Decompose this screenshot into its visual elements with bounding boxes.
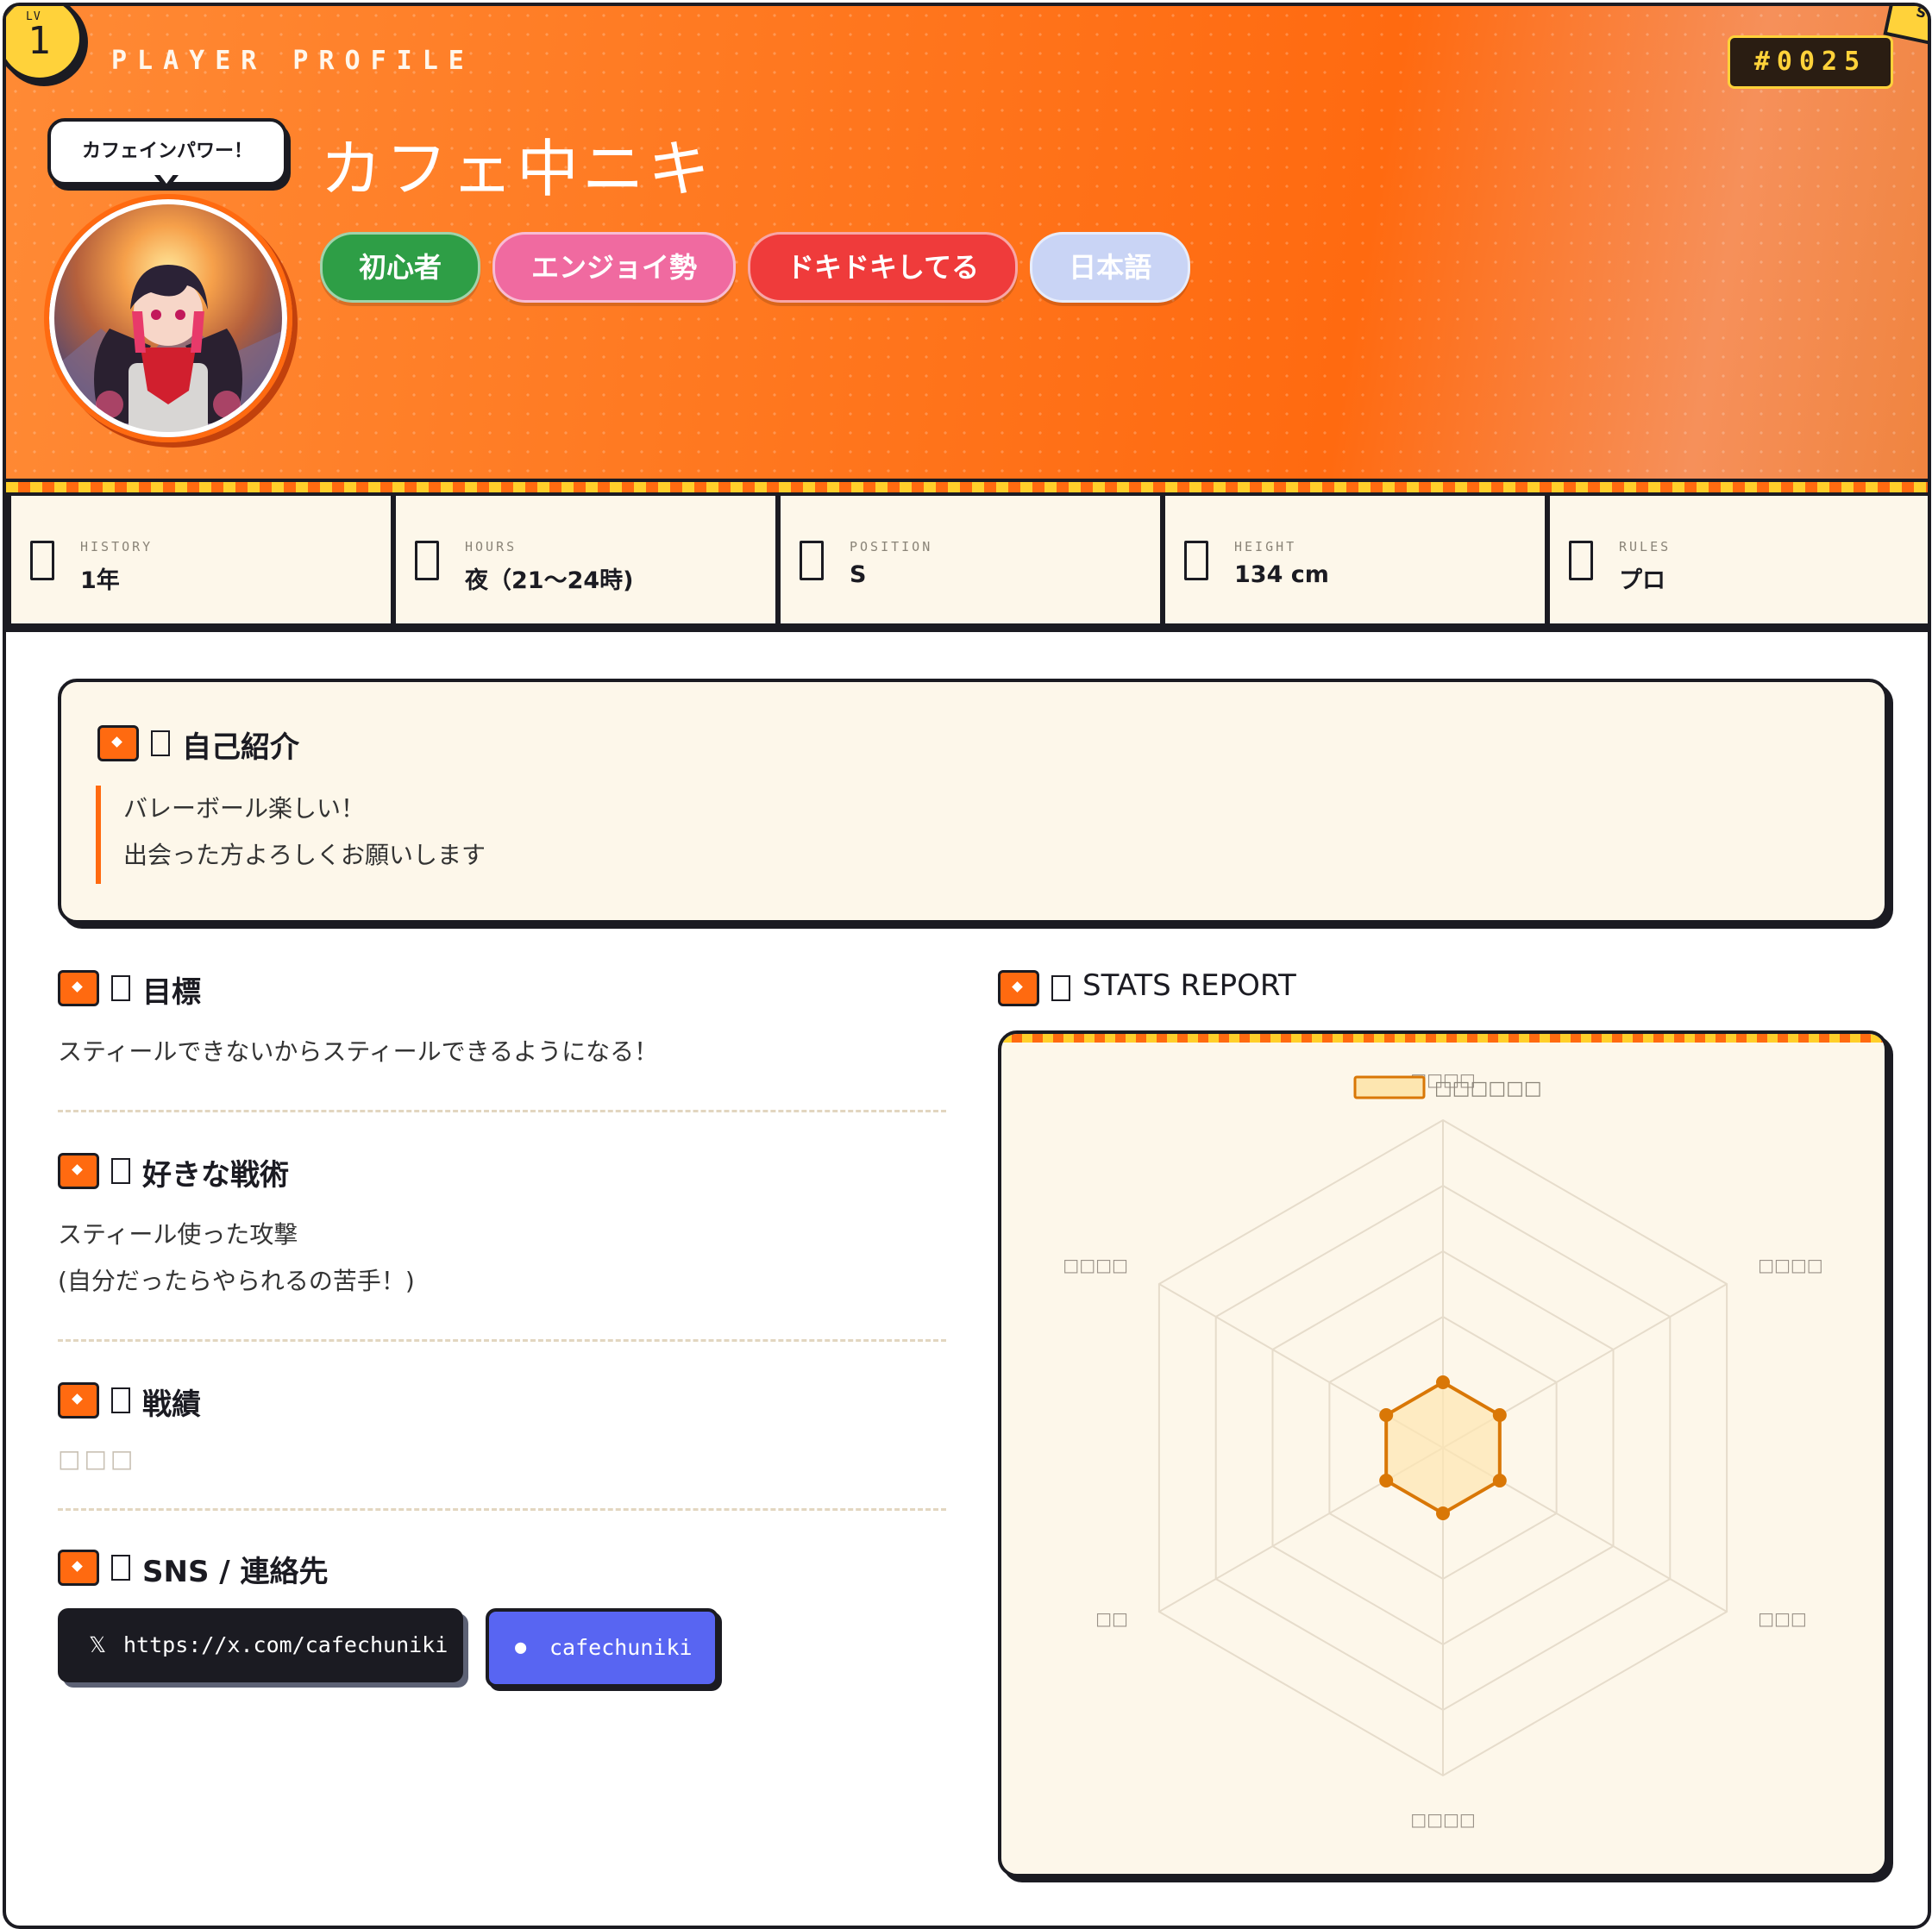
stats-title: STATS REPORT bbox=[1082, 968, 1296, 1003]
legend-label: □□□□□□ bbox=[1434, 1078, 1542, 1099]
profile-card: LV 1 PLAYER PROFILE #0025 カフェインパワー！ カフェ中… bbox=[3, 3, 1931, 1929]
goal-title: 目標 bbox=[142, 975, 201, 1010]
box-icon bbox=[1051, 975, 1070, 1001]
diamond-icon bbox=[97, 725, 139, 761]
x-link-button[interactable]: 𝕏 https://x.com/cafechuniki bbox=[58, 1608, 463, 1682]
box-icon bbox=[111, 975, 130, 1001]
intro-title: 自己紹介 bbox=[182, 730, 299, 765]
info-cell-hours: HOURS 夜（21〜24時) bbox=[396, 496, 775, 623]
header-stripe bbox=[6, 482, 1928, 492]
radar-axis-label: □□□□ bbox=[1758, 1255, 1823, 1275]
radar-axis-label: □□□□ bbox=[1410, 1809, 1476, 1830]
radar-data-point bbox=[1379, 1408, 1394, 1422]
info-cell-rules: RULES プロ bbox=[1550, 496, 1928, 623]
discord-button[interactable]: ● cafechuniki bbox=[486, 1608, 718, 1688]
sns-title: SNS / 連絡先 bbox=[142, 1555, 329, 1589]
info-value: 夜（21〜24時) bbox=[465, 567, 634, 594]
goal-text: スティールできないからスティールできるようになる！ bbox=[58, 1037, 659, 1066]
info-label: HEIGHT bbox=[1234, 539, 1297, 554]
diamond-icon bbox=[58, 970, 99, 1006]
radar-data-point bbox=[1492, 1408, 1507, 1422]
section-divider bbox=[58, 1339, 946, 1342]
info-cell-history: HISTORY 1年 bbox=[11, 496, 391, 623]
tag-badge: ドキドキしてる bbox=[748, 232, 1019, 303]
radar-series-area bbox=[1384, 1380, 1502, 1516]
info-label: HOURS bbox=[465, 539, 518, 554]
box-icon bbox=[151, 730, 170, 756]
corner-tag-label: S bbox=[1914, 3, 1929, 22]
tactics-title: 好きな戦術 bbox=[142, 1158, 289, 1193]
info-label: RULES bbox=[1619, 539, 1672, 554]
radar-data-point bbox=[1379, 1474, 1394, 1487]
box-icon bbox=[111, 1555, 130, 1581]
intro-line: 出会った方よろしくお願いします bbox=[123, 841, 486, 869]
box-icon bbox=[415, 541, 439, 580]
radar-data-point bbox=[1436, 1506, 1450, 1520]
box-icon bbox=[111, 1158, 130, 1184]
x-link-text: https://x.com/cafechuniki bbox=[123, 1632, 448, 1657]
legend-swatch bbox=[1353, 1075, 1426, 1099]
info-label: HISTORY bbox=[80, 539, 154, 554]
info-value: 134 cm bbox=[1234, 561, 1329, 588]
intro-text: バレーボール楽しい！ 出会った方よろしくお願いします bbox=[123, 786, 486, 879]
info-label: POSITION bbox=[850, 539, 933, 554]
tag-badge: エンジョイ勢 bbox=[492, 232, 737, 303]
avatar[interactable] bbox=[44, 194, 292, 442]
section-divider bbox=[58, 1508, 946, 1511]
info-value: 1年 bbox=[80, 567, 120, 594]
radar-chart: □□□□□□□□□□□□□□□□□□□□□□□□□□□ bbox=[1063, 1069, 1823, 1830]
diamond-icon bbox=[58, 1550, 99, 1586]
info-value: S bbox=[850, 561, 867, 588]
diamond-icon bbox=[998, 970, 1039, 1006]
stats-card: □□□□ □□□□ □□□ □□□□ □□ □□□□ □□□□□□ bbox=[998, 1030, 1888, 1877]
diamond-icon bbox=[58, 1153, 99, 1189]
discord-icon: ● bbox=[515, 1637, 527, 1658]
radar-axis-label: □□□ bbox=[1758, 1608, 1807, 1629]
discord-name: cafechuniki bbox=[549, 1635, 693, 1660]
section-divider bbox=[58, 1110, 946, 1112]
info-cell-position: POSITION S bbox=[781, 496, 1160, 623]
info-bar: HISTORY 1年 HOURS 夜（21〜24時) POSITION S HEIGHT 13… bbox=[6, 492, 1928, 632]
radar-data-point bbox=[1436, 1375, 1450, 1389]
info-cell-height: HEIGHT 134 cm bbox=[1165, 496, 1545, 623]
tactics-line: スティール使った攻撃 bbox=[58, 1220, 298, 1249]
box-icon bbox=[111, 1387, 130, 1413]
player-name: カフェ中ニキ bbox=[320, 133, 714, 205]
radar-axis-label: □□□□ bbox=[1063, 1255, 1128, 1275]
tag-badge: 初心者 bbox=[320, 232, 481, 303]
record-title: 戦績 bbox=[142, 1387, 201, 1422]
player-id-badge: #0025 bbox=[1728, 35, 1893, 89]
radar-data-point bbox=[1492, 1474, 1507, 1487]
profile-header: LV 1 PLAYER PROFILE #0025 カフェインパワー！ カフェ中… bbox=[6, 6, 1928, 482]
radar-axis-label: □□ bbox=[1095, 1608, 1128, 1629]
tag-badge: 日本語 bbox=[1030, 232, 1191, 303]
box-icon bbox=[1569, 541, 1593, 580]
tactics-line: (自分だったらやられるの苦手！) bbox=[58, 1267, 415, 1295]
box-icon bbox=[800, 541, 824, 580]
box-icon bbox=[1184, 541, 1208, 580]
section-label: PLAYER PROFILE bbox=[111, 46, 474, 76]
level-number: 1 bbox=[28, 19, 51, 63]
diamond-icon bbox=[58, 1382, 99, 1419]
intro-line: バレーボール楽しい！ bbox=[123, 794, 366, 823]
record-empty: □□□ bbox=[58, 1444, 137, 1473]
tag-list: 初心者 エンジョイ勢 ドキドキしてる 日本語 bbox=[320, 232, 1191, 303]
intro-card: 自己紹介 バレーボール楽しい！ 出会った方よろしくお願いします bbox=[58, 679, 1888, 924]
tactics-text: スティール使った攻撃 (自分だったらやられるの苦手！) bbox=[58, 1212, 415, 1305]
box-icon bbox=[30, 541, 54, 580]
info-value: プロ bbox=[1619, 567, 1665, 594]
x-icon: 𝕏 bbox=[89, 1632, 107, 1657]
avatar-ring bbox=[49, 199, 287, 437]
quote-bar bbox=[96, 786, 101, 884]
speech-bubble-tail-fill bbox=[159, 173, 174, 184]
